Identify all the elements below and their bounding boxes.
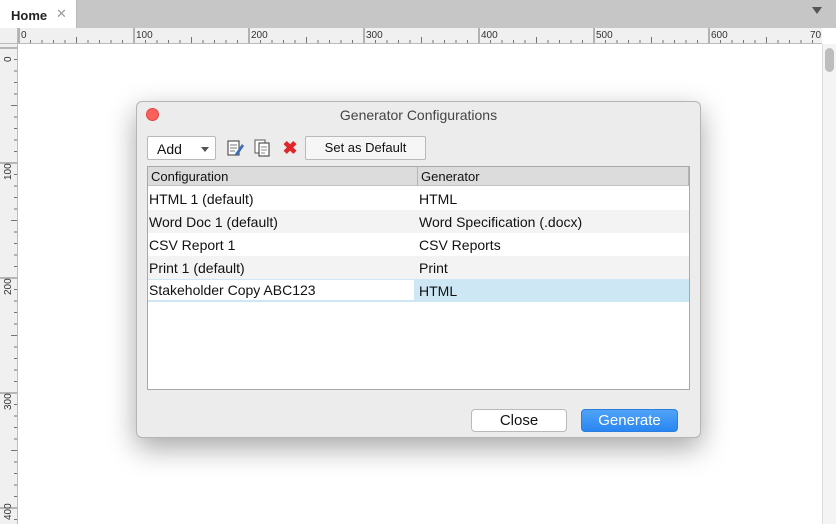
tab-home-label: Home: [11, 8, 48, 23]
tab-bar: Home ✕: [0, 0, 836, 28]
table-row[interactable]: CSV Report 1 CSV Reports: [148, 233, 689, 256]
table-row[interactable]: Print 1 (default) Print: [148, 256, 689, 279]
configuration-cell: Print 1 (default): [149, 260, 245, 276]
copy-icon[interactable]: [252, 138, 272, 158]
close-button[interactable]: Close: [471, 409, 567, 432]
tab-close-icon[interactable]: ✕: [56, 6, 67, 22]
column-divider[interactable]: [417, 167, 418, 186]
dialog-title: Generator Configurations: [339, 107, 498, 123]
edit-icon[interactable]: [225, 138, 245, 158]
ruler-h-label: 100: [136, 30, 153, 41]
ruler-v-label: 200: [3, 278, 14, 295]
ruler-v-label: 100: [3, 163, 14, 180]
configuration-cell: HTML 1 (default): [149, 191, 254, 207]
add-dropdown[interactable]: Add: [147, 136, 216, 160]
dialog-titlebar: Generator Configurations: [137, 102, 700, 128]
configuration-name-input[interactable]: [148, 280, 414, 300]
generator-configurations-dialog: Generator Configurations Add ✖ Set as De…: [136, 101, 701, 438]
ruler-h-label: 70: [810, 30, 822, 41]
set-as-default-button[interactable]: Set as Default: [305, 136, 426, 160]
ruler-h-label: 0: [21, 30, 27, 41]
column-header-configuration[interactable]: Configuration: [151, 169, 228, 184]
generator-cell: HTML: [419, 283, 458, 299]
ruler-h-label: 600: [711, 30, 728, 41]
table-row[interactable]: Word Doc 1 (default) Word Specification …: [148, 210, 689, 233]
delete-icon[interactable]: ✖: [280, 138, 300, 158]
ruler-v-label: 0: [3, 56, 14, 62]
column-divider: [688, 167, 689, 186]
set-as-default-label: Set as Default: [324, 140, 407, 155]
generator-cell: HTML: [419, 191, 458, 207]
table-header: Configuration Generator: [148, 167, 689, 186]
ruler-h-label: 400: [481, 30, 498, 41]
configurations-table: Configuration Generator HTML 1 (default)…: [147, 166, 690, 390]
configuration-cell: CSV Report 1: [149, 237, 236, 253]
ruler-corner: [0, 28, 18, 44]
tab-list-dropdown-icon[interactable]: [812, 7, 822, 14]
dialog-toolbar: Add ✖ Set as Default: [147, 136, 687, 160]
column-header-generator[interactable]: Generator: [421, 169, 480, 184]
generate-button[interactable]: Generate: [581, 409, 678, 432]
tab-home[interactable]: Home ✕: [0, 0, 77, 28]
table-row[interactable]: HTML 1 (default) HTML: [148, 187, 689, 210]
vertical-ruler: 0 100 200 300 400: [0, 44, 18, 524]
configuration-cell: Word Doc 1 (default): [149, 214, 278, 230]
ruler-h-label: 300: [366, 30, 383, 41]
add-dropdown-label: Add: [157, 141, 182, 157]
ruler-h-label: 500: [596, 30, 613, 41]
generator-cell: Print: [419, 260, 448, 276]
horizontal-ruler: 0 100 200 300 400 500 600 70: [18, 28, 822, 44]
table-row-selected[interactable]: HTML: [148, 279, 689, 302]
canvas-vertical-scrollbar[interactable]: [822, 44, 836, 524]
ruler-h-label: 200: [251, 30, 268, 41]
chevron-down-icon: [201, 147, 209, 152]
generator-cell: Word Specification (.docx): [419, 214, 583, 230]
scrollbar-thumb[interactable]: [825, 48, 834, 72]
ruler-v-label: 300: [3, 393, 14, 410]
ruler-v-label: 400: [3, 503, 14, 520]
generator-cell: CSV Reports: [419, 237, 501, 253]
